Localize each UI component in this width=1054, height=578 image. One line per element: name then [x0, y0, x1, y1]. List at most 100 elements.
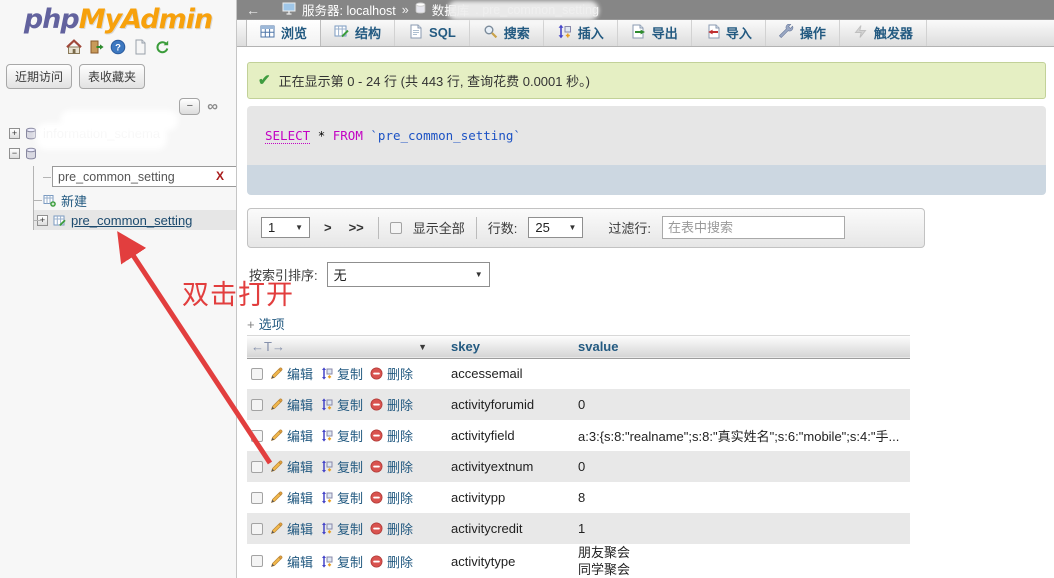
copy-label: 复制: [337, 364, 363, 383]
back-arrow-icon[interactable]: ←: [246, 2, 260, 18]
delete-link[interactable]: 删除: [370, 426, 413, 445]
tab-label: 浏览: [281, 23, 307, 42]
copy-link[interactable]: 复制: [320, 552, 363, 571]
edit-link[interactable]: 编辑: [270, 488, 313, 507]
sort-key-select[interactable]: 无 ▼: [327, 262, 490, 287]
delete-label: 删除: [387, 426, 413, 445]
copy-link[interactable]: 复制: [320, 519, 363, 538]
docs-icon[interactable]: [132, 39, 148, 55]
copy-link[interactable]: 复制: [320, 488, 363, 507]
clear-filter-button[interactable]: X: [216, 169, 224, 183]
row-checkbox[interactable]: [251, 461, 263, 473]
refresh-icon[interactable]: [154, 39, 170, 55]
column-marker-header[interactable]: ←T→ ▼: [247, 335, 447, 358]
svalue-line: 朋友聚会: [578, 544, 906, 561]
edit-link[interactable]: 编辑: [270, 519, 313, 538]
copy-icon: [320, 429, 333, 442]
tab-structure[interactable]: 结构: [321, 20, 395, 46]
link-with-main-panel-icon[interactable]: ∞: [207, 99, 218, 114]
table-header-row: ←T→ ▼ skey svalue: [247, 335, 910, 358]
svalue-cell: 朋友聚会 同学聚会: [574, 544, 910, 578]
row-checkbox[interactable]: [251, 368, 263, 380]
tab-export[interactable]: 导出: [618, 20, 692, 46]
table-row: 编辑 复制 删除 activitypp 8: [247, 482, 910, 513]
pencil-icon: [270, 491, 283, 504]
skey-cell: activitytype: [447, 544, 574, 578]
tab-insert[interactable]: 插入: [544, 20, 618, 46]
options-toggle[interactable]: +选项: [247, 314, 1046, 333]
tree-filter-input[interactable]: [52, 166, 237, 187]
filter-rows-input[interactable]: [662, 216, 845, 239]
tab-triggers[interactable]: 触发器: [840, 20, 927, 46]
delete-link[interactable]: 删除: [370, 552, 413, 571]
delete-link[interactable]: 删除: [370, 395, 413, 414]
copy-link[interactable]: 复制: [320, 457, 363, 476]
svalue-cell: a:3:{s:8:"realname";s:8:"真实姓名";s:6:"mobi…: [574, 420, 910, 451]
edit-link[interactable]: 编辑: [270, 552, 313, 571]
tree-item-new-table[interactable]: 新建: [34, 190, 236, 210]
edit-link[interactable]: 编辑: [270, 426, 313, 445]
collapse-icon[interactable]: −: [9, 148, 20, 159]
row-checkbox[interactable]: [251, 523, 263, 535]
tab-label: SQL: [429, 25, 456, 40]
tab-import[interactable]: 导入: [692, 20, 766, 46]
help-icon[interactable]: ?: [110, 39, 126, 55]
next-page-button[interactable]: >: [321, 220, 335, 235]
redaction-blur: [447, 1, 599, 20]
copy-link[interactable]: 复制: [320, 395, 363, 414]
delete-link[interactable]: 删除: [370, 364, 413, 383]
edit-link[interactable]: 编辑: [270, 395, 313, 414]
row-checkbox[interactable]: [251, 430, 263, 442]
expand-icon[interactable]: +: [37, 215, 48, 226]
expand-icon[interactable]: +: [9, 128, 20, 139]
delete-icon: [370, 367, 383, 380]
delete-link[interactable]: 删除: [370, 457, 413, 476]
delete-label: 删除: [387, 395, 413, 414]
row-checkbox[interactable]: [251, 492, 263, 504]
copy-link[interactable]: 复制: [320, 364, 363, 383]
copy-link[interactable]: 复制: [320, 426, 363, 445]
tab-browse[interactable]: 浏览: [246, 20, 321, 46]
show-all-checkbox[interactable]: [390, 222, 402, 234]
recent-tables-button[interactable]: 近期访问: [6, 64, 72, 89]
rows-select[interactable]: 25 ▼: [528, 217, 583, 238]
row-checkbox[interactable]: [251, 399, 263, 411]
pencil-icon: [270, 367, 283, 380]
chevron-down-icon: ▼: [295, 223, 303, 232]
edit-link[interactable]: 编辑: [270, 457, 313, 476]
tab-search[interactable]: 搜索: [470, 20, 544, 46]
collapse-all-button[interactable]: −: [179, 98, 200, 115]
tab-bar: 浏览 结构 SQL 搜索 插入 导出: [237, 19, 1054, 47]
tab-label: 插入: [578, 23, 604, 42]
table-favorites-button[interactable]: 表收藏夹: [79, 64, 145, 89]
skey-cell: activityforumid: [447, 389, 574, 420]
tab-operations[interactable]: 操作: [766, 20, 840, 46]
sql-links-strip: [247, 165, 1046, 195]
copy-icon: [320, 367, 333, 380]
delete-link[interactable]: 删除: [370, 519, 413, 538]
edit-label: 编辑: [287, 426, 313, 445]
last-page-button[interactable]: >>: [346, 220, 367, 235]
plus-icon: +: [247, 317, 255, 332]
table-row: 编辑 复制 删除 activityextnum 0: [247, 451, 910, 482]
tab-sql[interactable]: SQL: [395, 20, 470, 46]
column-header-skey[interactable]: skey: [447, 335, 574, 358]
wrench-icon: [779, 24, 794, 42]
column-header-svalue[interactable]: svalue: [574, 335, 910, 358]
edit-link[interactable]: 编辑: [270, 364, 313, 383]
breadcrumb-server[interactable]: 服务器: localhost: [302, 0, 396, 19]
delete-link[interactable]: 删除: [370, 488, 413, 507]
structure-icon: [334, 24, 349, 42]
page-select[interactable]: 1 ▼: [261, 217, 310, 238]
sort-triangle-icon[interactable]: ▼: [418, 342, 427, 352]
skey-cell: activitypp: [447, 482, 574, 513]
tree-item-pre-common-setting[interactable]: + pre_common_setting: [34, 210, 236, 230]
table-link[interactable]: pre_common_setting: [71, 213, 192, 228]
logout-icon[interactable]: [88, 39, 104, 55]
new-table-link[interactable]: 新建: [61, 191, 87, 210]
home-icon[interactable]: [66, 39, 82, 55]
row-checkbox[interactable]: [251, 555, 263, 567]
chevron-down-icon: ▼: [475, 270, 483, 279]
sql-query-box: SELECT * FROM `pre_common_setting`: [247, 106, 1046, 195]
pencil-icon: [270, 429, 283, 442]
